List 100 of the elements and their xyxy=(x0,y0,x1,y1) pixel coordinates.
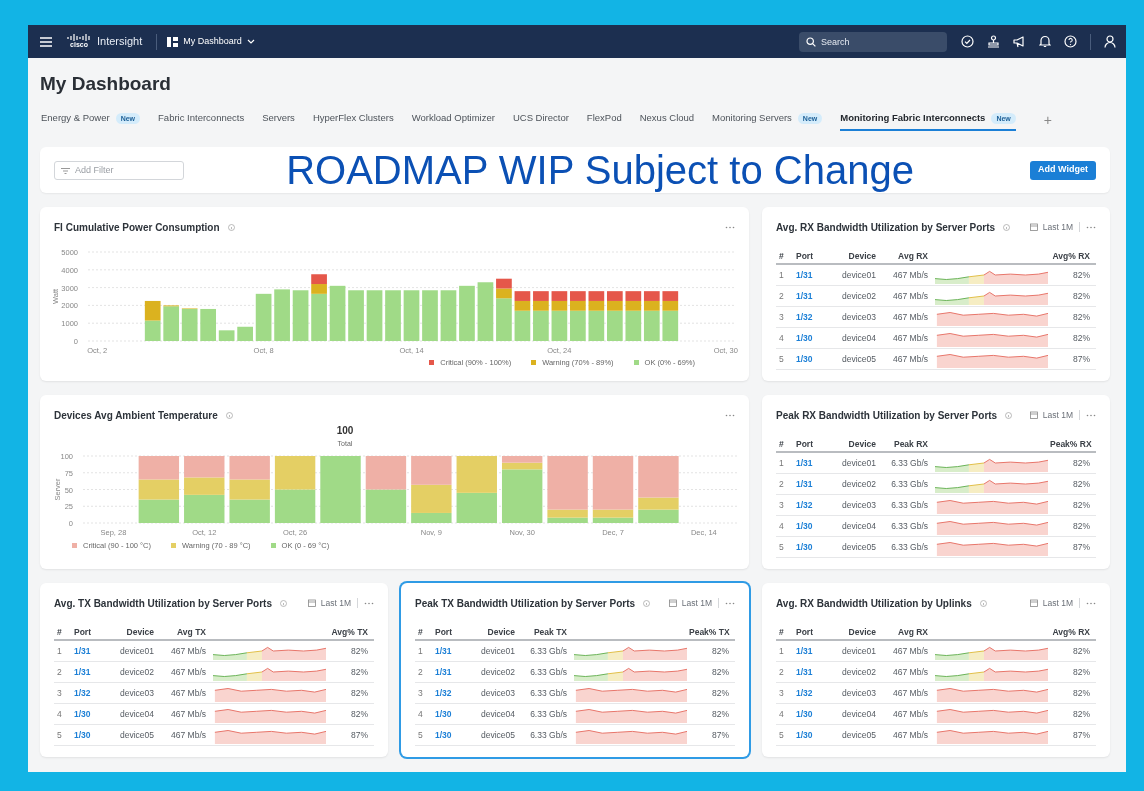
more-icon[interactable] xyxy=(725,413,735,417)
port-link[interactable]: 1/31 xyxy=(68,644,102,658)
port-link[interactable]: 1/30 xyxy=(790,540,824,554)
help-icon[interactable] xyxy=(1064,35,1077,48)
date-range-button[interactable]: Last 1M xyxy=(1029,596,1073,610)
info-icon[interactable] xyxy=(227,223,235,231)
filter-field[interactable]: Add Filter xyxy=(54,160,184,180)
info-icon[interactable] xyxy=(280,599,287,607)
user-icon[interactable] xyxy=(1104,35,1116,48)
tab[interactable]: Fabric Interconnects xyxy=(158,111,245,131)
widget-title: Avg. RX Bandwidth Utilization by Uplinks xyxy=(776,596,972,611)
port-link[interactable]: 1/31 xyxy=(790,268,824,282)
port-link[interactable]: 1/32 xyxy=(68,686,102,700)
bar xyxy=(274,456,316,490)
date-range-button[interactable]: Last 1M xyxy=(1029,408,1073,422)
table-cell-text: 87% xyxy=(1072,540,1091,554)
more-icon[interactable] xyxy=(725,601,735,605)
megaphone-icon[interactable] xyxy=(1013,35,1026,48)
bar xyxy=(551,291,568,301)
calendar-icon xyxy=(1029,223,1038,231)
port-link[interactable]: 1/30 xyxy=(790,352,824,366)
info-icon[interactable] xyxy=(1005,411,1013,419)
table-cell-text: 82% xyxy=(1072,707,1091,721)
table-cell-text: device02 xyxy=(118,665,154,679)
port-link[interactable]: 1/31 xyxy=(790,456,824,470)
widget-card[interactable] xyxy=(401,583,749,757)
widget-card[interactable] xyxy=(762,395,1110,569)
date-range-button[interactable]: Last 1M xyxy=(1029,220,1073,234)
tab[interactable]: UCS Director xyxy=(512,111,569,131)
column-header: # xyxy=(778,249,785,263)
more-icon[interactable] xyxy=(1086,601,1096,605)
info-icon[interactable] xyxy=(979,599,987,607)
port-link[interactable]: 1/30 xyxy=(790,331,824,345)
port-link[interactable]: 1/31 xyxy=(790,289,824,303)
port-link[interactable]: 1/32 xyxy=(790,498,824,512)
dashboard-menu[interactable]: My Dashboard xyxy=(167,34,255,49)
port-link[interactable]: 1/32 xyxy=(429,686,463,700)
more-icon[interactable] xyxy=(1086,225,1096,229)
table-cell-text: 6.33 Gb/s xyxy=(529,707,567,721)
tab[interactable]: Servers xyxy=(262,111,295,131)
tab[interactable]: FlexPod xyxy=(586,111,622,131)
bar xyxy=(456,492,497,523)
port-link[interactable]: 1/31 xyxy=(790,665,824,679)
port-link[interactable]: 1/31 xyxy=(790,644,824,658)
table-cell-text: 467 Mb/s xyxy=(892,665,928,679)
more-icon[interactable] xyxy=(364,601,374,605)
port-link[interactable]: 1/30 xyxy=(429,728,463,742)
more-icon[interactable] xyxy=(1086,413,1096,417)
add-tab-button[interactable]: + xyxy=(1043,111,1052,131)
bar xyxy=(184,456,225,478)
check-circle-icon[interactable] xyxy=(961,35,974,48)
table-cell-text: 6.33 Gb/s xyxy=(529,686,567,700)
table-cell-text: device04 xyxy=(840,707,876,721)
port-link[interactable]: 1/31 xyxy=(429,665,463,679)
bar xyxy=(625,291,642,301)
search-field[interactable]: Search xyxy=(799,31,947,52)
info-icon[interactable] xyxy=(225,411,233,419)
bar xyxy=(229,456,270,480)
stamp-icon[interactable] xyxy=(987,35,1000,48)
row-number: 5 xyxy=(56,728,63,742)
column-header: Port xyxy=(434,625,453,639)
table-cell-text: device01 xyxy=(840,268,876,282)
date-range-button[interactable]: Last 1M xyxy=(307,596,351,610)
table-cell-text: 467 Mb/s xyxy=(892,707,928,721)
column-header: Device xyxy=(847,437,876,451)
port-link[interactable]: 1/30 xyxy=(429,707,463,721)
more-icon[interactable] xyxy=(725,225,735,229)
widget-card[interactable] xyxy=(762,207,1110,381)
port-link[interactable]: 1/32 xyxy=(790,310,824,324)
port-link[interactable]: 1/30 xyxy=(68,707,102,721)
add-widget-button[interactable]: Add Widget xyxy=(1030,160,1096,180)
tab[interactable]: Nexus Cloud xyxy=(639,111,695,131)
bar xyxy=(138,479,180,500)
bar xyxy=(365,489,407,523)
table-cell-text: 82% xyxy=(1072,268,1091,282)
table-cell-text: 82% xyxy=(350,644,369,658)
port-link[interactable]: 1/32 xyxy=(790,686,824,700)
bar xyxy=(292,290,309,341)
bar xyxy=(229,479,270,500)
port-link[interactable]: 1/31 xyxy=(68,665,102,679)
port-link[interactable]: 1/30 xyxy=(790,728,824,742)
bell-icon[interactable] xyxy=(1039,35,1051,48)
widget-card[interactable] xyxy=(40,583,388,757)
port-link[interactable]: 1/30 xyxy=(68,728,102,742)
bar xyxy=(533,291,549,301)
date-range-button[interactable]: Last 1M xyxy=(668,596,712,610)
table-cell-text: device03 xyxy=(479,686,515,700)
port-link[interactable]: 1/30 xyxy=(790,707,824,721)
table-cell-text: 82% xyxy=(711,644,730,658)
bar xyxy=(588,291,605,301)
column-header: # xyxy=(778,437,785,451)
widget-card[interactable] xyxy=(762,583,1110,757)
info-icon[interactable] xyxy=(1003,223,1011,231)
row-number: 2 xyxy=(778,289,785,303)
port-link[interactable]: 1/31 xyxy=(429,644,463,658)
port-link[interactable]: 1/30 xyxy=(790,519,824,533)
info-icon[interactable] xyxy=(643,599,651,607)
tab[interactable]: Workload Optimizer xyxy=(411,111,495,131)
tab[interactable]: HyperFlex Clusters xyxy=(312,111,394,131)
port-link[interactable]: 1/31 xyxy=(790,477,824,491)
